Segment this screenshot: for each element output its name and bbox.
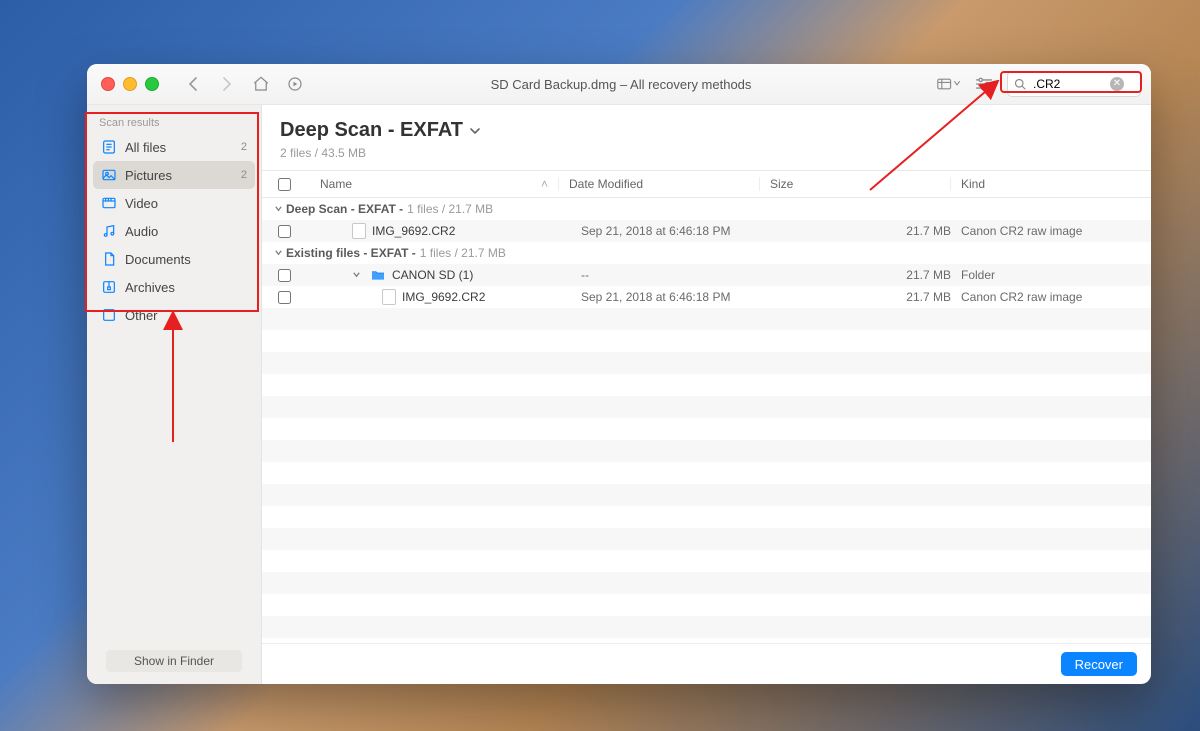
recover-button[interactable]: Recover bbox=[1061, 652, 1137, 676]
sidebar-item-label: Video bbox=[125, 196, 158, 211]
main-panel: Deep Scan - EXFAT 2 files / 43.5 MB Name… bbox=[262, 105, 1151, 684]
sidebar: Scan results All files 2 Pictures 2 Video Aud… bbox=[87, 105, 262, 684]
sidebar-item-other[interactable]: Other bbox=[93, 301, 255, 329]
column-kind[interactable]: Kind bbox=[951, 177, 1151, 191]
row-checkbox[interactable] bbox=[274, 222, 308, 241]
file-date: -- bbox=[581, 268, 771, 282]
sidebar-item-label: Pictures bbox=[125, 168, 172, 183]
main-header: Deep Scan - EXFAT 2 files / 43.5 MB bbox=[262, 105, 1151, 170]
select-all-checkbox[interactable] bbox=[274, 175, 308, 194]
all-files-icon bbox=[101, 139, 117, 155]
column-name[interactable]: Name ˄ bbox=[308, 177, 559, 191]
file-name: IMG_9692.CR2 bbox=[372, 224, 455, 238]
titlebar: SD Card Backup.dmg – All recovery method… bbox=[87, 64, 1151, 105]
file-name: CANON SD (1) bbox=[392, 268, 473, 282]
group-header[interactable]: Deep Scan - EXFAT - 1 files / 21.7 MB bbox=[262, 198, 1151, 220]
window-title: SD Card Backup.dmg – All recovery method… bbox=[313, 77, 929, 92]
sidebar-list: All files 2 Pictures 2 Video Audio Documents Ar… bbox=[87, 133, 261, 329]
app-window: SD Card Backup.dmg – All recovery method… bbox=[87, 64, 1151, 684]
sort-indicator-icon: ˄ bbox=[541, 177, 548, 191]
results-table[interactable]: Deep Scan - EXFAT - 1 files / 21.7 MBIMG… bbox=[262, 198, 1151, 643]
disclosure-triangle-icon[interactable] bbox=[274, 246, 286, 260]
row-checkbox[interactable] bbox=[274, 266, 308, 285]
group-header[interactable]: Existing files - EXFAT - 1 files / 21.7 … bbox=[262, 242, 1151, 264]
show-in-finder-button[interactable]: Show in Finder bbox=[106, 650, 242, 672]
sidebar-item-archives[interactable]: Archives bbox=[93, 273, 255, 301]
sidebar-item-label: Audio bbox=[125, 224, 158, 239]
search-icon bbox=[1014, 78, 1026, 90]
documents-icon bbox=[101, 251, 117, 267]
fullscreen-window-button[interactable] bbox=[145, 77, 159, 91]
file-size: 21.7 MB bbox=[771, 224, 961, 238]
file-size: 21.7 MB bbox=[771, 290, 961, 304]
file-size: 21.7 MB bbox=[771, 268, 961, 282]
filter-settings-icon[interactable] bbox=[975, 76, 993, 92]
sidebar-item-label: Archives bbox=[125, 280, 175, 295]
sidebar-item-pictures[interactable]: Pictures 2 bbox=[93, 161, 255, 189]
sidebar-item-audio[interactable]: Audio bbox=[93, 217, 255, 245]
file-date: Sep 21, 2018 at 6:46:18 PM bbox=[581, 290, 771, 304]
search-input[interactable] bbox=[1031, 76, 1105, 92]
file-icon bbox=[352, 223, 366, 239]
table-row[interactable]: CANON SD (1) --21.7 MBFolder bbox=[262, 264, 1151, 286]
sidebar-item-video[interactable]: Video bbox=[93, 189, 255, 217]
video-icon bbox=[101, 195, 117, 211]
sidebar-heading: Scan results bbox=[87, 105, 261, 133]
row-checkbox[interactable] bbox=[274, 288, 308, 307]
sidebar-item-label: Other bbox=[125, 308, 158, 323]
window-controls bbox=[101, 77, 159, 91]
chevron-down-icon bbox=[469, 126, 481, 136]
close-window-button[interactable] bbox=[101, 77, 115, 91]
disclosure-triangle-icon[interactable] bbox=[352, 268, 364, 282]
column-date[interactable]: Date Modified bbox=[559, 177, 760, 191]
sidebar-item-all-files[interactable]: All files 2 bbox=[93, 133, 255, 161]
refresh-icon[interactable] bbox=[285, 75, 305, 93]
other-icon bbox=[101, 307, 117, 323]
home-icon[interactable] bbox=[251, 75, 271, 93]
search-field[interactable]: ✕ bbox=[1007, 71, 1141, 97]
folder-icon bbox=[370, 267, 386, 283]
sidebar-item-documents[interactable]: Documents bbox=[93, 245, 255, 273]
file-name: IMG_9692.CR2 bbox=[402, 290, 485, 304]
column-size[interactable]: Size bbox=[760, 177, 951, 191]
footer: Recover bbox=[262, 643, 1151, 684]
main-title[interactable]: Deep Scan - EXFAT bbox=[280, 119, 1133, 142]
table-row[interactable]: IMG_9692.CR2 Sep 21, 2018 at 6:46:18 PM21… bbox=[262, 220, 1151, 242]
audio-icon bbox=[101, 223, 117, 239]
minimize-window-button[interactable] bbox=[123, 77, 137, 91]
main-title-text: Deep Scan - EXFAT bbox=[280, 119, 463, 142]
main-subtitle: 2 files / 43.5 MB bbox=[280, 146, 1133, 160]
sidebar-item-label: All files bbox=[125, 140, 166, 155]
sidebar-item-count: 2 bbox=[241, 141, 247, 153]
sidebar-item-label: Documents bbox=[125, 252, 191, 267]
pictures-icon bbox=[101, 167, 117, 183]
column-header: Name ˄ Date Modified Size Kind bbox=[262, 170, 1151, 198]
window-body: Scan results All files 2 Pictures 2 Video Aud… bbox=[87, 105, 1151, 684]
file-kind: Folder bbox=[961, 268, 1151, 282]
table-row[interactable]: IMG_9692.CR2 Sep 21, 2018 at 6:46:18 PM21… bbox=[262, 286, 1151, 308]
view-mode-button[interactable] bbox=[937, 76, 961, 92]
file-kind: Canon CR2 raw image bbox=[961, 290, 1151, 304]
archives-icon bbox=[101, 279, 117, 295]
toolbar-right: ✕ bbox=[937, 71, 1141, 97]
file-icon bbox=[382, 289, 396, 305]
clear-search-button[interactable]: ✕ bbox=[1110, 77, 1124, 91]
forward-button[interactable] bbox=[217, 77, 237, 91]
sidebar-item-count: 2 bbox=[241, 169, 247, 181]
back-button[interactable] bbox=[183, 77, 203, 91]
file-kind: Canon CR2 raw image bbox=[961, 224, 1151, 238]
toolbar-nav bbox=[183, 75, 305, 93]
file-date: Sep 21, 2018 at 6:46:18 PM bbox=[581, 224, 771, 238]
disclosure-triangle-icon[interactable] bbox=[274, 202, 286, 216]
